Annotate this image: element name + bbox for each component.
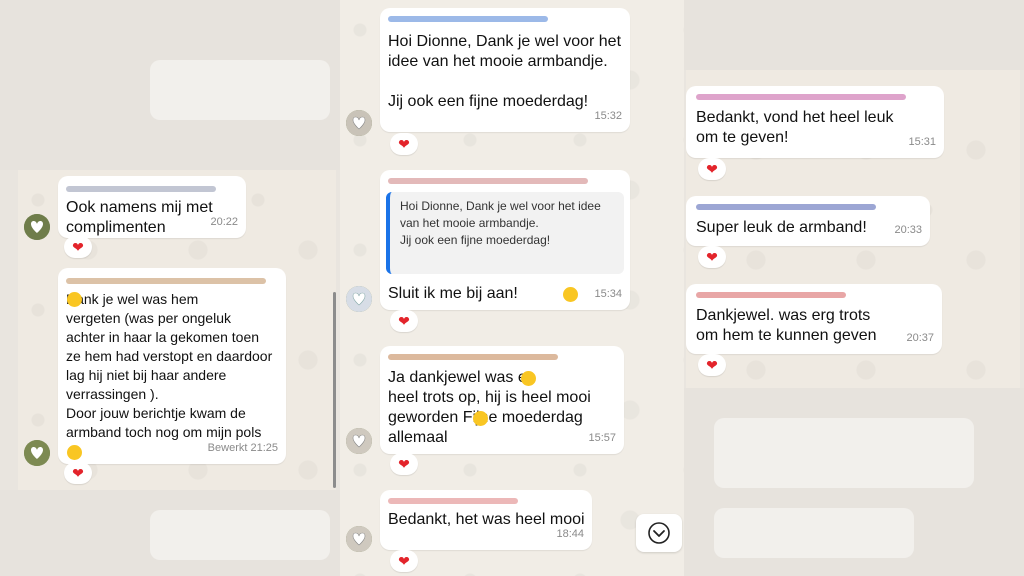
message-text: Bedankt, vond het heel leuk om te geven! [696, 109, 894, 146]
sender-name-redacted [388, 354, 558, 360]
hugging-emoji [563, 287, 578, 302]
avatar[interactable] [24, 440, 50, 466]
heart-reaction[interactable]: ❤ [698, 158, 726, 180]
avatar[interactable] [346, 428, 372, 454]
message-bubble[interactable]: Ook namens mij met complimenten 20:22 [58, 176, 246, 238]
message-time: 15:57 [588, 432, 616, 444]
heart-reaction[interactable]: ❤ [390, 453, 418, 475]
message-bubble[interactable]: Dankjewel. was erg trots om hem te kunne… [686, 284, 942, 354]
chat-panel-left: Ook namens mij met complimenten 20:22 ❤ … [18, 170, 336, 490]
message-text: Dankjewel. was erg trots om hem te kunne… [696, 307, 877, 344]
sender-name-redacted [388, 498, 518, 504]
message-text: Bedankt, het was heel mooi [388, 511, 585, 528]
message-bubble[interactable]: Hoi Dionne, Dank je wel voor het idee va… [380, 170, 630, 310]
scrollbar[interactable] [333, 292, 336, 488]
heart-eyes-emoji [67, 292, 82, 307]
message-time: 18:44 [556, 528, 584, 540]
chat-panel-middle: Hoi Dionne, Dank je wel voor het idee va… [340, 0, 684, 576]
message-time: Bewerkt 21:25 [207, 442, 278, 454]
heart-reaction[interactable]: ❤ [698, 246, 726, 268]
smile-emoji [473, 411, 488, 426]
sender-name-redacted [66, 278, 266, 284]
message-bubble[interactable]: Ja dankjewel was er heel trots op, hij i… [380, 346, 624, 454]
sender-name-redacted [696, 292, 846, 298]
smile-emoji [67, 445, 82, 460]
avatar[interactable] [346, 110, 372, 136]
blurred-background-bottom-left [0, 490, 340, 576]
message-bubble[interactable]: Hoi Dionne, Dank je wel voor het idee va… [380, 8, 630, 132]
blurred-background-top-right [684, 0, 1024, 70]
message-time: 20:33 [894, 224, 922, 236]
chat-panel-right: Bedankt, vond het heel leuk om te geven!… [686, 70, 1020, 388]
quoted-message[interactable]: Hoi Dionne, Dank je wel voor het idee va… [386, 192, 624, 274]
message-text: Ook namens mij met complimenten [66, 199, 213, 236]
blurred-background-bottom-right [684, 388, 1024, 576]
message-text: Hoi Dionne, Dank je wel voor het idee va… [388, 33, 622, 110]
message-bubble[interactable]: Super leuk de armband! 20:33 [686, 196, 930, 246]
heart-reaction[interactable]: ❤ [390, 550, 418, 572]
message-text: Sluit ik me bij aan! [388, 285, 518, 302]
message-time: 15:31 [908, 136, 936, 148]
heart-reaction[interactable]: ❤ [390, 133, 418, 155]
chevron-down-icon [648, 522, 670, 544]
smile-emoji [521, 371, 536, 386]
sender-name-redacted [66, 186, 216, 192]
avatar[interactable] [346, 286, 372, 312]
scroll-down-button[interactable] [636, 514, 682, 552]
avatar[interactable] [24, 214, 50, 240]
sender-name-redacted [388, 178, 588, 184]
message-text: Super leuk de armband! [696, 219, 867, 236]
message-bubble[interactable]: Dank je wel was hem vergeten (was per on… [58, 268, 286, 464]
message-time: 15:34 [594, 288, 622, 300]
message-time: 20:22 [210, 216, 238, 228]
blurred-background-top-left [0, 0, 340, 170]
avatar[interactable] [346, 526, 372, 552]
message-text: Dank je wel was hem vergeten (was per on… [66, 291, 273, 440]
message-time: 15:32 [594, 110, 622, 122]
heart-reaction[interactable]: ❤ [64, 462, 92, 484]
heart-reaction[interactable]: ❤ [698, 354, 726, 376]
sender-name-redacted [388, 16, 548, 22]
message-text: Ja dankjewel was er heel trots op, hij i… [388, 369, 591, 446]
message-bubble[interactable]: Bedankt, vond het heel leuk om te geven!… [686, 86, 944, 158]
sender-name-redacted [696, 204, 876, 210]
message-bubble[interactable]: Bedankt, het was heel mooi 18:44 [380, 490, 592, 550]
heart-reaction[interactable]: ❤ [64, 236, 92, 258]
sender-name-redacted [696, 94, 906, 100]
message-time: 20:37 [906, 332, 934, 344]
heart-reaction[interactable]: ❤ [390, 310, 418, 332]
